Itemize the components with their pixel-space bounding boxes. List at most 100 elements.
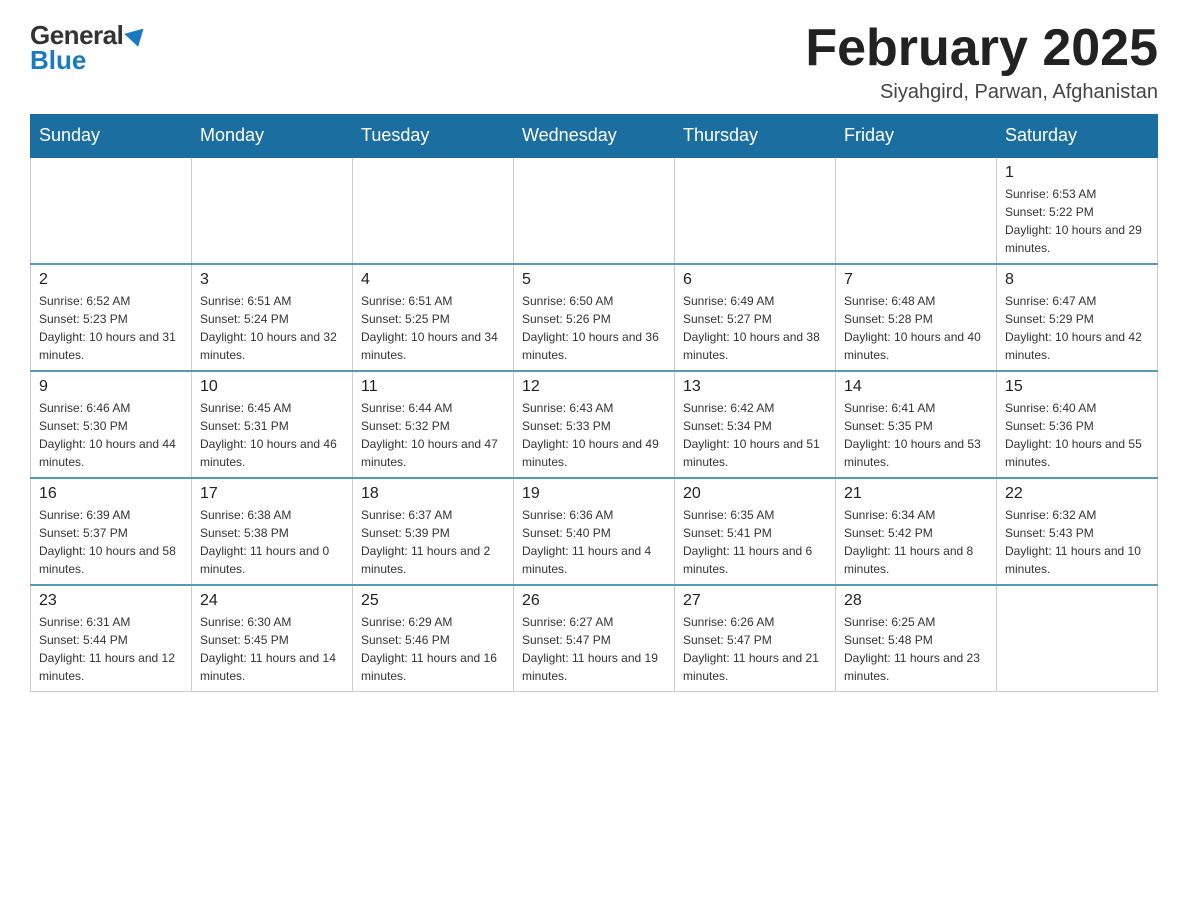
weekday-header-friday: Friday	[836, 115, 997, 158]
day-number: 11	[361, 378, 505, 396]
day-info: Sunrise: 6:49 AM Sunset: 5:27 PM Dayligh…	[683, 292, 827, 364]
calendar-week-row: 1Sunrise: 6:53 AM Sunset: 5:22 PM Daylig…	[31, 157, 1158, 264]
day-number: 3	[200, 271, 344, 289]
day-info: Sunrise: 6:35 AM Sunset: 5:41 PM Dayligh…	[683, 506, 827, 578]
calendar-cell	[997, 585, 1158, 692]
day-info: Sunrise: 6:46 AM Sunset: 5:30 PM Dayligh…	[39, 399, 183, 471]
calendar-cell: 1Sunrise: 6:53 AM Sunset: 5:22 PM Daylig…	[997, 157, 1158, 264]
calendar-cell	[192, 157, 353, 264]
day-number: 13	[683, 378, 827, 396]
weekday-header-thursday: Thursday	[675, 115, 836, 158]
calendar-week-row: 2Sunrise: 6:52 AM Sunset: 5:23 PM Daylig…	[31, 264, 1158, 371]
day-info: Sunrise: 6:36 AM Sunset: 5:40 PM Dayligh…	[522, 506, 666, 578]
day-info: Sunrise: 6:31 AM Sunset: 5:44 PM Dayligh…	[39, 613, 183, 685]
calendar-cell: 21 Sunrise: 6:34 AM Sunset: 5:42 PM Dayli…	[836, 478, 997, 585]
weekday-header-tuesday: Tuesday	[353, 115, 514, 158]
calendar-week-row: 16Sunrise: 6:39 AM Sunset: 5:37 PM Dayli…	[31, 478, 1158, 585]
calendar-cell: 11 Sunrise: 6:44 AM Sunset: 5:32 PM Dayli…	[353, 371, 514, 478]
day-number: 18	[361, 485, 505, 503]
weekday-header-monday: Monday	[192, 115, 353, 158]
calendar-cell: 6 Sunrise: 6:49 AM Sunset: 5:27 PM Daylig…	[675, 264, 836, 371]
weekday-header-saturday: Saturday	[997, 115, 1158, 158]
day-info: Sunrise: 6:30 AM Sunset: 5:45 PM Dayligh…	[200, 613, 344, 685]
day-info: Sunrise: 6:38 AM Sunset: 5:38 PM Dayligh…	[200, 506, 344, 578]
calendar-cell	[31, 157, 192, 264]
calendar-cell: 3 Sunrise: 6:51 AM Sunset: 5:24 PM Daylig…	[192, 264, 353, 371]
weekday-header-sunday: Sunday	[31, 115, 192, 158]
day-info: Sunrise: 6:47 AM Sunset: 5:29 PM Dayligh…	[1005, 292, 1149, 364]
weekday-header-row: SundayMondayTuesdayWednesdayThursdayFrid…	[31, 115, 1158, 158]
day-number: 8	[1005, 271, 1149, 289]
calendar-cell: 13 Sunrise: 6:42 AM Sunset: 5:34 PM Dayli…	[675, 371, 836, 478]
calendar-cell: 16Sunrise: 6:39 AM Sunset: 5:37 PM Dayli…	[31, 478, 192, 585]
day-info: Sunrise: 6:32 AM Sunset: 5:43 PM Dayligh…	[1005, 506, 1149, 578]
calendar-cell: 2Sunrise: 6:52 AM Sunset: 5:23 PM Daylig…	[31, 264, 192, 371]
day-number: 6	[683, 271, 827, 289]
calendar-cell: 19Sunrise: 6:36 AM Sunset: 5:40 PM Dayli…	[514, 478, 675, 585]
day-info: Sunrise: 6:43 AM Sunset: 5:33 PM Dayligh…	[522, 399, 666, 471]
calendar-cell	[514, 157, 675, 264]
day-info: Sunrise: 6:37 AM Sunset: 5:39 PM Dayligh…	[361, 506, 505, 578]
calendar-cell: 22 Sunrise: 6:32 AM Sunset: 5:43 PM Dayli…	[997, 478, 1158, 585]
calendar-cell: 7 Sunrise: 6:48 AM Sunset: 5:28 PM Daylig…	[836, 264, 997, 371]
day-number: 17	[200, 485, 344, 503]
logo: General Blue	[30, 20, 146, 76]
day-number: 5	[522, 271, 666, 289]
calendar-week-row: 9 Sunrise: 6:46 AM Sunset: 5:30 PM Daylig…	[31, 371, 1158, 478]
day-info: Sunrise: 6:40 AM Sunset: 5:36 PM Dayligh…	[1005, 399, 1149, 471]
day-number: 22	[1005, 485, 1149, 503]
calendar-cell: 15 Sunrise: 6:40 AM Sunset: 5:36 PM Dayli…	[997, 371, 1158, 478]
calendar-cell: 25 Sunrise: 6:29 AM Sunset: 5:46 PM Dayli…	[353, 585, 514, 692]
day-info: Sunrise: 6:26 AM Sunset: 5:47 PM Dayligh…	[683, 613, 827, 685]
calendar-table: SundayMondayTuesdayWednesdayThursdayFrid…	[30, 114, 1158, 692]
day-info: Sunrise: 6:42 AM Sunset: 5:34 PM Dayligh…	[683, 399, 827, 471]
day-info: Sunrise: 6:27 AM Sunset: 5:47 PM Dayligh…	[522, 613, 666, 685]
logo-blue-text: Blue	[30, 45, 86, 76]
day-number: 27	[683, 592, 827, 610]
day-number: 4	[361, 271, 505, 289]
day-info: Sunrise: 6:52 AM Sunset: 5:23 PM Dayligh…	[39, 292, 183, 364]
day-number: 25	[361, 592, 505, 610]
day-number: 15	[1005, 378, 1149, 396]
day-info: Sunrise: 6:44 AM Sunset: 5:32 PM Dayligh…	[361, 399, 505, 471]
day-number: 28	[844, 592, 988, 610]
day-number: 21	[844, 485, 988, 503]
calendar-cell: 10Sunrise: 6:45 AM Sunset: 5:31 PM Dayli…	[192, 371, 353, 478]
day-number: 24	[200, 592, 344, 610]
day-number: 20	[683, 485, 827, 503]
day-info: Sunrise: 6:29 AM Sunset: 5:46 PM Dayligh…	[361, 613, 505, 685]
calendar-cell: 4 Sunrise: 6:51 AM Sunset: 5:25 PM Daylig…	[353, 264, 514, 371]
calendar-cell: 17 Sunrise: 6:38 AM Sunset: 5:38 PM Dayli…	[192, 478, 353, 585]
calendar-cell: 12 Sunrise: 6:43 AM Sunset: 5:33 PM Dayli…	[514, 371, 675, 478]
day-number: 9	[39, 378, 183, 396]
day-info: Sunrise: 6:48 AM Sunset: 5:28 PM Dayligh…	[844, 292, 988, 364]
calendar-cell: 20 Sunrise: 6:35 AM Sunset: 5:41 PM Dayli…	[675, 478, 836, 585]
day-info: Sunrise: 6:34 AM Sunset: 5:42 PM Dayligh…	[844, 506, 988, 578]
day-number: 23	[39, 592, 183, 610]
day-number: 7	[844, 271, 988, 289]
title-section: February 2025 Siyahgird, Parwan, Afghani…	[805, 20, 1158, 104]
calendar-cell	[675, 157, 836, 264]
calendar-cell	[836, 157, 997, 264]
weekday-header-wednesday: Wednesday	[514, 115, 675, 158]
calendar-cell: 27 Sunrise: 6:26 AM Sunset: 5:47 PM Dayli…	[675, 585, 836, 692]
calendar-cell: 24 Sunrise: 6:30 AM Sunset: 5:45 PM Dayli…	[192, 585, 353, 692]
day-number: 26	[522, 592, 666, 610]
day-info: Sunrise: 6:25 AM Sunset: 5:48 PM Dayligh…	[844, 613, 988, 685]
day-info: Sunrise: 6:50 AM Sunset: 5:26 PM Dayligh…	[522, 292, 666, 364]
calendar-cell: 23 Sunrise: 6:31 AM Sunset: 5:44 PM Dayli…	[31, 585, 192, 692]
day-info: Sunrise: 6:51 AM Sunset: 5:24 PM Dayligh…	[200, 292, 344, 364]
calendar-cell: 9 Sunrise: 6:46 AM Sunset: 5:30 PM Daylig…	[31, 371, 192, 478]
day-info: Sunrise: 6:51 AM Sunset: 5:25 PM Dayligh…	[361, 292, 505, 364]
day-number: 1	[1005, 164, 1149, 182]
day-number: 12	[522, 378, 666, 396]
day-info: Sunrise: 6:45 AM Sunset: 5:31 PM Dayligh…	[200, 399, 344, 471]
calendar-cell: 8 Sunrise: 6:47 AM Sunset: 5:29 PM Daylig…	[997, 264, 1158, 371]
day-info: Sunrise: 6:41 AM Sunset: 5:35 PM Dayligh…	[844, 399, 988, 471]
calendar-cell: 28 Sunrise: 6:25 AM Sunset: 5:48 PM Dayli…	[836, 585, 997, 692]
calendar-cell: 5 Sunrise: 6:50 AM Sunset: 5:26 PM Daylig…	[514, 264, 675, 371]
calendar-cell: 18 Sunrise: 6:37 AM Sunset: 5:39 PM Dayli…	[353, 478, 514, 585]
calendar-week-row: 23 Sunrise: 6:31 AM Sunset: 5:44 PM Dayli…	[31, 585, 1158, 692]
calendar-cell	[353, 157, 514, 264]
calendar-cell: 26 Sunrise: 6:27 AM Sunset: 5:47 PM Dayli…	[514, 585, 675, 692]
